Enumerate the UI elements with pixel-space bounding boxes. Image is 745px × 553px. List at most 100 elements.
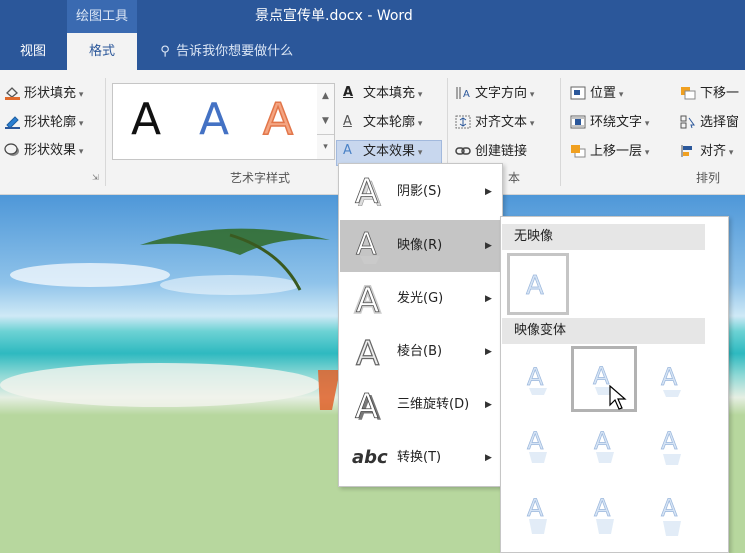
svg-text:A: A — [463, 89, 470, 100]
reflection-variation-6[interactable]: A — [641, 415, 703, 477]
position-icon — [570, 86, 586, 100]
reflection-variation-1[interactable]: A — [507, 349, 569, 411]
no-reflection-header: 无映像 — [502, 224, 705, 250]
reflection-variation-7[interactable]: A — [507, 482, 569, 544]
paint-bucket-icon — [4, 86, 20, 100]
reflection-preview-icon: A — [594, 427, 614, 463]
svg-text:A: A — [527, 494, 544, 522]
submenu-arrow-icon: ▶ — [485, 294, 492, 304]
svg-text:A: A — [594, 494, 611, 522]
text-bevel-icon: A — [355, 333, 379, 372]
text-fill-button[interactable]: A 文本填充 ▾ — [343, 83, 422, 105]
bring-forward-label: 上移一层 — [590, 144, 643, 159]
reflection-preview-icon: A — [661, 494, 681, 536]
text-effects-button[interactable]: A 文本效果 ▾ — [343, 141, 422, 163]
reflection-variation-4[interactable]: A — [507, 415, 569, 477]
create-link-button[interactable]: 创建链接 — [455, 141, 527, 163]
send-backward-icon — [680, 86, 696, 100]
selection-pane-button[interactable]: 选择窗 — [680, 112, 739, 134]
text-glow-icon: AA — [354, 279, 381, 319]
send-backward-button[interactable]: 下移一 — [680, 83, 739, 105]
group-text-label: 本 — [508, 171, 521, 185]
wordart-style-blue[interactable]: A — [199, 90, 229, 150]
shape-effects-label: 形状效果 — [24, 143, 77, 158]
no-reflection-option[interactable]: A — [507, 253, 569, 315]
reflection-preview-icon: A — [527, 427, 547, 463]
submenu-arrow-icon: ▶ — [485, 187, 492, 197]
reflection-preview-icon: A — [661, 427, 681, 465]
tab-view[interactable]: 视图 — [8, 33, 58, 70]
text-effects-icon: A — [343, 142, 352, 158]
menu-item-label: 发光(G) — [397, 291, 444, 306]
svg-text:A: A — [661, 494, 678, 522]
lightbulb-icon: ⚲ — [160, 44, 170, 59]
reflection-variation-3[interactable]: A — [641, 349, 703, 411]
align-text-icon — [455, 115, 471, 129]
shape-effects-icon — [4, 142, 20, 157]
group-separator — [560, 78, 561, 186]
align-text-button[interactable]: 对齐文本 ▾ — [455, 112, 534, 134]
svg-text:A: A — [661, 427, 678, 455]
align-button[interactable]: 对齐 ▾ — [680, 141, 733, 163]
menu-item-glow[interactable]: AA 发光(G) ▶ — [340, 273, 501, 325]
shape-effects-button[interactable]: 形状效果 ▾ — [4, 140, 83, 162]
text-shadow-icon: AA — [355, 172, 382, 212]
menu-item-3d-rotation[interactable]: AA 三维旋转(D) ▶ — [340, 379, 501, 431]
align-text-label: 对齐文本 — [475, 115, 528, 130]
submenu-arrow-icon: ▶ — [485, 241, 492, 251]
tell-me-search[interactable]: ⚲ 告诉我你想要做什么 — [158, 33, 293, 70]
ribbon-tab-bar: 视图 格式 ⚲ 告诉我你想要做什么 — [0, 33, 745, 70]
shape-outline-button[interactable]: 形状轮廓 ▾ — [4, 112, 83, 134]
menu-item-label: 三维旋转(D) — [397, 397, 470, 412]
gallery-scroll-down-icon[interactable]: ▼ — [317, 109, 334, 134]
dialog-launcher-icon[interactable]: ⇲ — [92, 173, 99, 182]
menu-item-label: 转换(T) — [397, 450, 442, 465]
wordart-style-black[interactable]: A — [131, 90, 161, 150]
gallery-scroll: ▲ ▼ ▾ — [317, 83, 335, 160]
reflection-variation-8[interactable]: A — [574, 482, 636, 544]
align-icon — [680, 144, 696, 158]
submenu-arrow-icon: ▶ — [485, 400, 492, 410]
reflection-variation-5[interactable]: A — [574, 415, 636, 477]
submenu-arrow-icon: ▶ — [485, 347, 492, 357]
wordart-style-orange[interactable]: A — [262, 90, 294, 150]
reflection-preview-icon: A — [661, 363, 681, 397]
menu-item-label: 阴影(S) — [397, 184, 442, 199]
tab-format[interactable]: 格式 — [67, 33, 137, 70]
wrap-text-label: 环绕文字 — [590, 115, 643, 130]
selection-pane-icon — [680, 115, 696, 129]
shape-fill-button[interactable]: 形状填充 ▾ — [4, 83, 83, 105]
menu-item-reflection[interactable]: A 映像(R) ▶ — [340, 220, 501, 272]
submenu-arrow-icon: ▶ — [485, 453, 492, 463]
position-label: 位置 — [590, 86, 617, 101]
reflection-preview-icon: A — [594, 494, 614, 534]
menu-item-transform[interactable]: abc 转换(T) ▶ — [340, 432, 501, 484]
wrap-text-icon — [570, 115, 586, 129]
gallery-more-icon[interactable]: ▾ — [317, 134, 334, 160]
text-outline-label: 文本轮廓 — [363, 115, 416, 130]
svg-text:A: A — [356, 334, 379, 372]
text-direction-label: 文字方向 — [475, 86, 528, 101]
menu-item-bevel[interactable]: A 棱台(B) ▶ — [340, 326, 501, 378]
group-arrange-label: 排列 — [696, 171, 721, 185]
text-outline-button[interactable]: A 文本轮廓 ▾ — [343, 112, 422, 134]
bring-forward-button[interactable]: 上移一层 ▾ — [570, 141, 649, 163]
align-label: 对齐 — [700, 144, 727, 159]
pencil-icon — [4, 115, 20, 129]
shape-fill-label: 形状填充 — [24, 86, 77, 101]
bring-forward-icon — [570, 144, 586, 158]
svg-text:A: A — [356, 281, 379, 319]
position-button[interactable]: 位置 ▾ — [570, 83, 623, 105]
reflection-variations-header: 映像变体 — [502, 318, 705, 344]
text-direction-button[interactable]: A 文字方向 ▾ — [455, 83, 534, 105]
send-backward-label: 下移一 — [700, 86, 740, 101]
reflection-preview-icon: A — [527, 494, 547, 534]
svg-text:A: A — [355, 172, 378, 212]
wrap-text-button[interactable]: 环绕文字 ▾ — [570, 112, 649, 134]
gallery-scroll-up-icon[interactable]: ▲ — [317, 84, 334, 109]
reflection-variation-2[interactable]: A — [571, 346, 637, 412]
menu-item-label: 映像(R) — [397, 238, 443, 253]
menu-item-shadow[interactable]: AA 阴影(S) ▶ — [340, 166, 501, 218]
reflection-variation-9[interactable]: A — [641, 482, 703, 544]
text-direction-icon: A — [455, 86, 471, 100]
